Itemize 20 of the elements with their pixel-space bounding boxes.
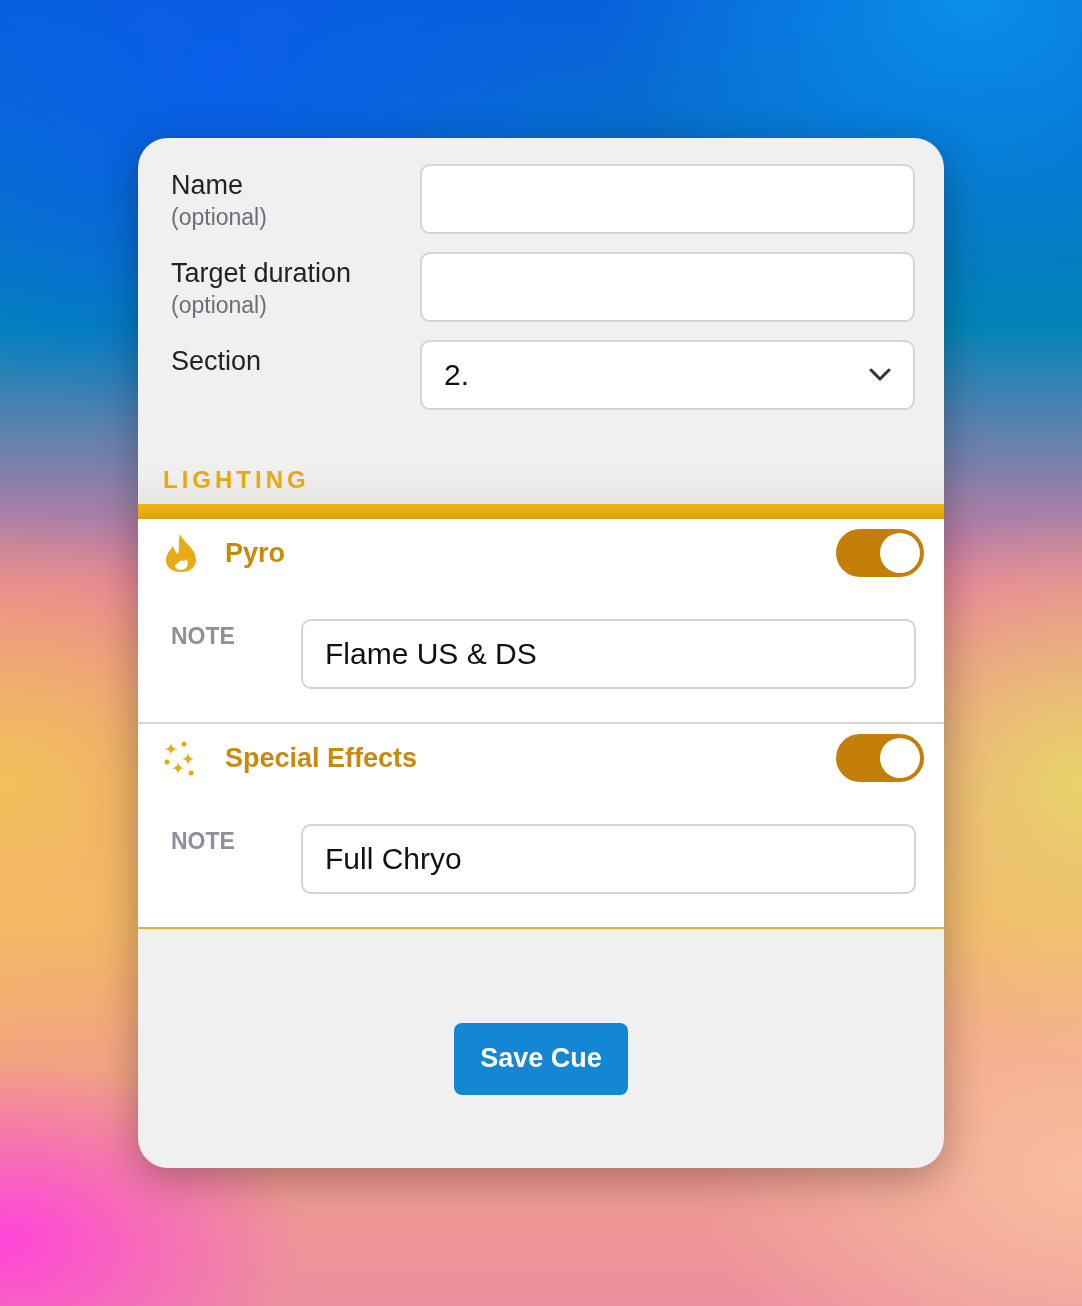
effect-title: Pyro bbox=[225, 537, 287, 569]
effect-title: Special Effects bbox=[225, 742, 419, 774]
text-field[interactable] bbox=[420, 252, 915, 322]
flame-icon bbox=[163, 533, 199, 573]
field-label: Section bbox=[171, 345, 263, 378]
note-label: NOTE bbox=[171, 622, 236, 650]
section-select[interactable]: 2. bbox=[420, 340, 915, 410]
chevron-down-icon bbox=[869, 368, 891, 382]
toggle-switch[interactable] bbox=[836, 734, 924, 782]
note-label: NOTE bbox=[171, 827, 236, 855]
field-label: Name bbox=[171, 169, 245, 202]
text-field[interactable] bbox=[420, 164, 915, 234]
save-button[interactable]: Save Cue bbox=[454, 1022, 628, 1095]
optional-hint: (optional) bbox=[171, 291, 268, 320]
note-field[interactable]: Flame US & DS bbox=[301, 619, 916, 689]
field-label: Target duration bbox=[171, 257, 353, 290]
toggle-switch[interactable] bbox=[836, 529, 924, 577]
section-heading: LIGHTING bbox=[163, 466, 310, 493]
note-field[interactable]: Full Chryo bbox=[301, 824, 916, 894]
optional-hint: (optional) bbox=[171, 203, 268, 232]
